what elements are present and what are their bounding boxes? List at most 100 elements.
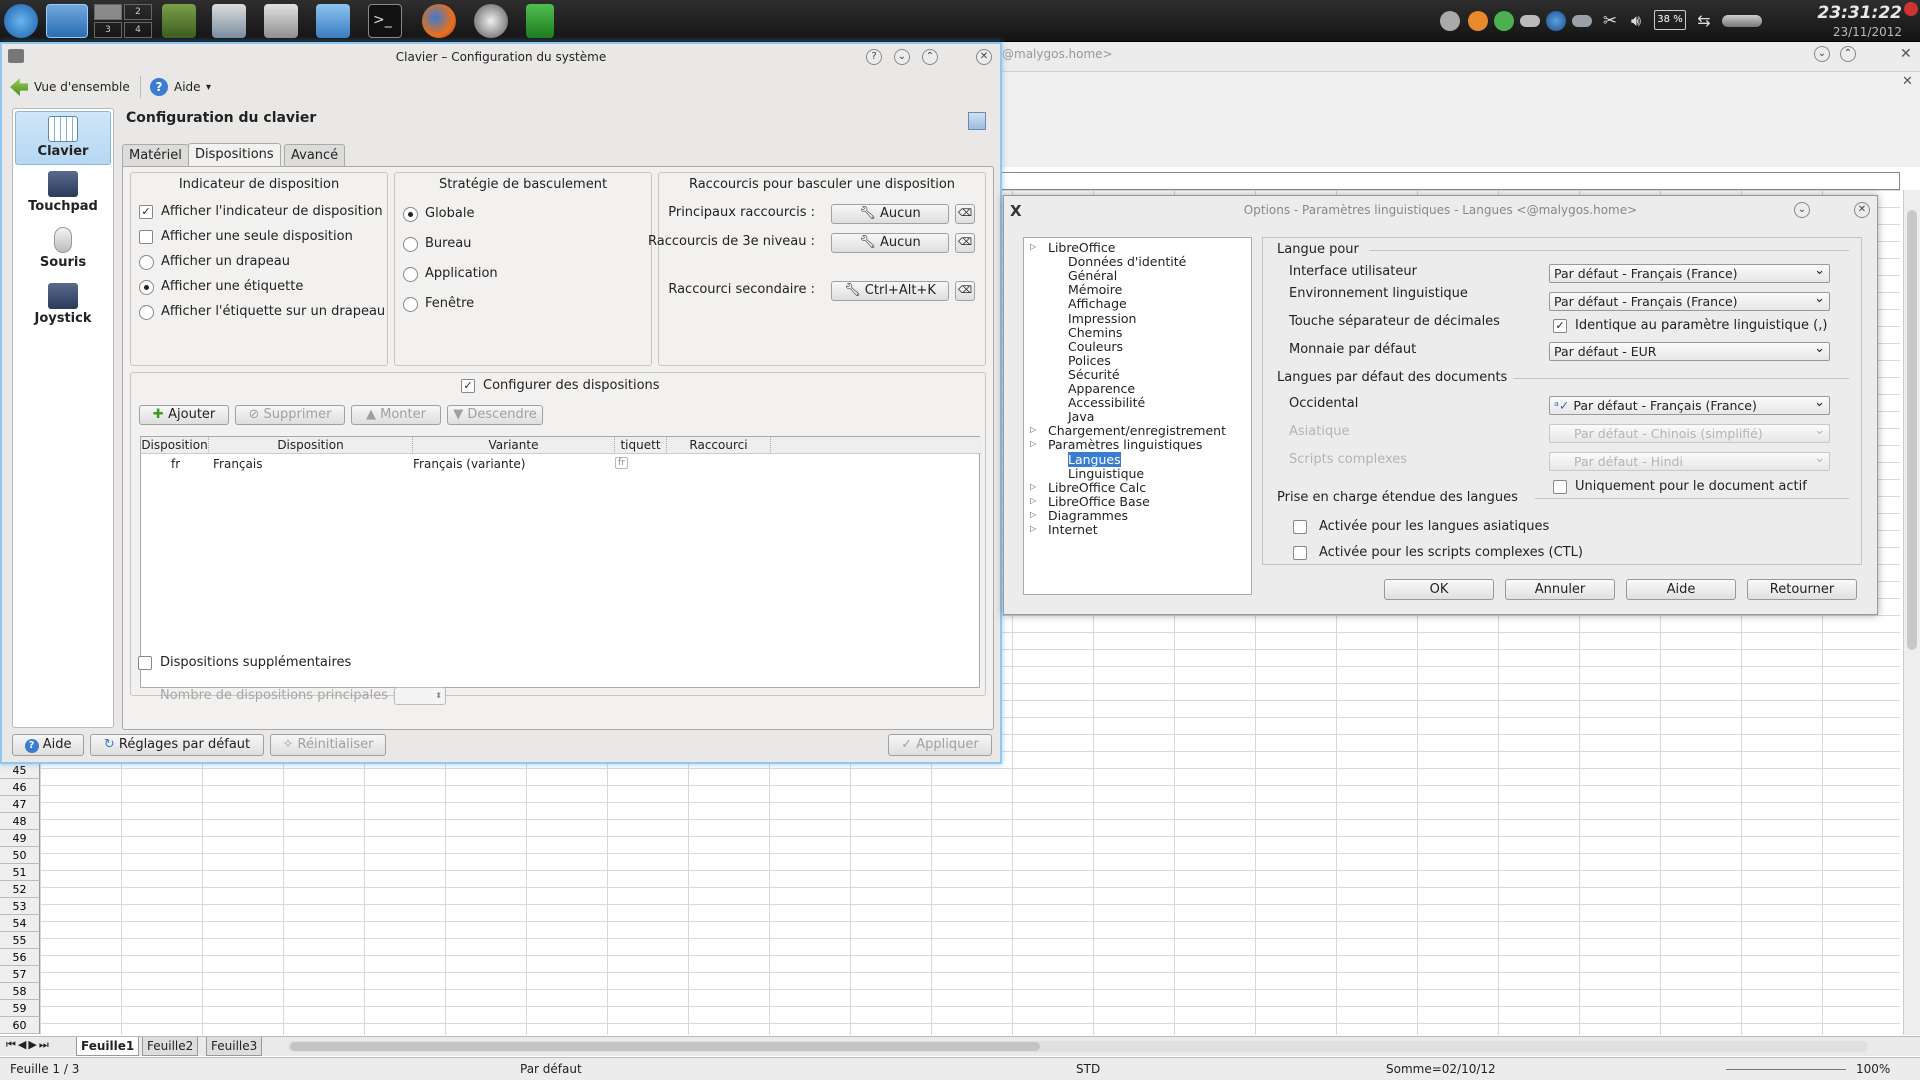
firefox-icon[interactable] bbox=[422, 4, 456, 38]
tree-item[interactable]: Couleurs bbox=[1068, 339, 1123, 354]
ui-language-select[interactable]: Par défaut - Français (France) bbox=[1549, 262, 1830, 283]
calc-doc-close-icon[interactable]: ✕ bbox=[1902, 74, 1913, 89]
status-mode[interactable]: STD bbox=[1076, 1058, 1100, 1080]
row-header[interactable]: 57 bbox=[0, 966, 40, 983]
row-header[interactable]: 60 bbox=[0, 1017, 40, 1034]
info-icon[interactable] bbox=[1440, 11, 1460, 31]
tree-item[interactable]: Données d'identité bbox=[1068, 254, 1186, 269]
remove-layout-button[interactable]: ⊘ Supprimer bbox=[235, 405, 345, 425]
power-icon[interactable] bbox=[1468, 11, 1488, 31]
desktop-4[interactable]: 4 bbox=[124, 22, 152, 38]
desktop-3[interactable]: 3 bbox=[94, 22, 122, 38]
dialog-help-button[interactable]: Aide bbox=[1626, 579, 1736, 600]
move-up-button[interactable]: ▲ Monter bbox=[351, 405, 441, 425]
sidebar-item-touchpad[interactable]: Touchpad bbox=[15, 167, 111, 221]
dialog-close-button[interactable]: ✕ bbox=[1854, 202, 1870, 218]
tree-item[interactable]: Impression bbox=[1068, 311, 1136, 326]
calc-max-button[interactable]: ⌃ bbox=[1840, 46, 1856, 62]
column-header-layout[interactable]: Disposition bbox=[209, 437, 413, 454]
level3-shortcut-button[interactable]: 🔧︎ Aucun bbox=[831, 233, 949, 253]
libreoffice-calc-icon[interactable] bbox=[526, 4, 554, 38]
terminal-icon[interactable]: >_ bbox=[368, 4, 402, 38]
tree-item[interactable]: Internet bbox=[1048, 522, 1098, 537]
zoom-slider[interactable] bbox=[1726, 1069, 1846, 1070]
row-header[interactable]: 54 bbox=[0, 915, 40, 932]
asian-language-select[interactable]: Par défaut - Chinois (simplifié) bbox=[1549, 422, 1830, 443]
update-icon[interactable] bbox=[1494, 11, 1514, 31]
table-row[interactable]: fr Français Français (variante) fr bbox=[141, 455, 979, 475]
tab-dispositions[interactable]: Dispositions bbox=[188, 143, 281, 167]
row-header[interactable]: 58 bbox=[0, 983, 40, 1000]
layouts-table[interactable]: Disposition Disposition Variante tiquett… bbox=[140, 436, 981, 688]
label-on-flag-radio[interactable] bbox=[139, 305, 154, 320]
main-layouts-count-spinbox[interactable]: ⬍ bbox=[394, 687, 446, 705]
battery-indicator[interactable]: 38 % bbox=[1654, 10, 1686, 30]
cloud-icon[interactable] bbox=[1572, 15, 1592, 27]
row-header[interactable]: 52 bbox=[0, 881, 40, 898]
single-layout-checkbox[interactable] bbox=[139, 230, 153, 244]
system-settings-icon[interactable] bbox=[162, 4, 196, 38]
shutdown-icon[interactable] bbox=[1904, 2, 1918, 16]
ctl-language-select[interactable]: Par défaut - Hindi bbox=[1549, 450, 1830, 471]
clear-secondary-shortcut-button[interactable]: ⌫ bbox=[955, 281, 975, 301]
close-button[interactable]: ✕ bbox=[976, 49, 992, 65]
tree-item[interactable]: Java bbox=[1068, 409, 1094, 424]
scissors-icon[interactable]: ✂ bbox=[1600, 11, 1620, 31]
show-label-radio[interactable] bbox=[139, 280, 154, 295]
back-arrow-icon[interactable] bbox=[10, 78, 28, 96]
footer-help-button[interactable]: ? Aide bbox=[12, 734, 84, 756]
revert-button[interactable]: Retourner bbox=[1747, 579, 1857, 600]
expand-arrow-icon[interactable]: ▷ bbox=[1030, 510, 1036, 519]
layout-toggle-icon[interactable] bbox=[968, 112, 986, 130]
sheet-tab-1[interactable]: Feuille1 bbox=[76, 1037, 140, 1056]
volume-icon[interactable]: 🔊︎ bbox=[1626, 11, 1646, 31]
locale-select[interactable]: Par défaut - Français (France) bbox=[1549, 290, 1830, 311]
tree-item[interactable]: Accessibilité bbox=[1068, 395, 1145, 410]
status-style[interactable]: Par défaut bbox=[520, 1058, 582, 1080]
secondary-shortcut-button[interactable]: 🔧︎ Ctrl+Alt+K bbox=[831, 281, 949, 301]
expand-arrow-icon[interactable]: ▷ bbox=[1030, 439, 1036, 448]
status-zoom[interactable]: 100% bbox=[1856, 1058, 1890, 1080]
formula-input[interactable] bbox=[1000, 172, 1900, 190]
ok-button[interactable]: OK bbox=[1384, 579, 1494, 600]
strategy-application-radio[interactable] bbox=[403, 267, 418, 282]
help-icon[interactable]: ? bbox=[150, 78, 168, 96]
expand-arrow-icon[interactable]: ▷ bbox=[1030, 482, 1036, 491]
sidebar-item-joystick[interactable]: Joystick bbox=[15, 279, 111, 333]
row-header[interactable]: 47 bbox=[0, 796, 40, 813]
tree-item[interactable]: Mémoire bbox=[1068, 282, 1122, 297]
sidebar-item-clavier[interactable]: Clavier bbox=[15, 111, 111, 165]
defaults-button[interactable]: ↻ Réglages par défaut bbox=[90, 734, 264, 756]
only-current-doc-checkbox[interactable] bbox=[1553, 480, 1567, 494]
strategy-global-radio[interactable] bbox=[403, 207, 418, 222]
add-layout-button[interactable]: ✚ Ajouter bbox=[139, 405, 229, 425]
clock[interactable]: 23:31:22 bbox=[1782, 3, 1902, 23]
tab-materiel[interactable]: Matériel bbox=[122, 144, 189, 166]
cancel-button[interactable]: Annuler bbox=[1505, 579, 1615, 600]
tree-item[interactable]: Polices bbox=[1068, 353, 1111, 368]
horizontal-scrollbar[interactable] bbox=[288, 1041, 1868, 1052]
maximize-button[interactable]: ⌃ bbox=[922, 49, 938, 65]
tree-item[interactable]: Sécurité bbox=[1068, 367, 1120, 382]
row-header[interactable]: 55 bbox=[0, 932, 40, 949]
help-menu-button[interactable]: Aide bbox=[174, 80, 201, 94]
row-header[interactable]: 49 bbox=[0, 830, 40, 847]
main-shortcut-button[interactable]: 🔧︎ Aucun bbox=[831, 204, 949, 224]
show-flag-radio[interactable] bbox=[139, 255, 154, 270]
weather-icon[interactable] bbox=[1722, 15, 1762, 27]
expand-arrow-icon[interactable]: ▷ bbox=[1030, 425, 1036, 434]
row-header[interactable]: 59 bbox=[0, 1000, 40, 1017]
chevron-down-icon[interactable]: ▾ bbox=[206, 82, 211, 93]
strategy-desktop-radio[interactable] bbox=[403, 237, 418, 252]
tree-item[interactable]: Linguistique bbox=[1068, 466, 1144, 481]
row-header[interactable]: 48 bbox=[0, 813, 40, 830]
tab-avance[interactable]: Avancé bbox=[284, 144, 346, 166]
status-sum[interactable]: Somme=02/10/12 bbox=[1386, 1058, 1496, 1080]
help-title-button[interactable]: ? bbox=[866, 49, 882, 65]
clear-level3-shortcut-button[interactable]: ⌫ bbox=[955, 233, 975, 253]
dialog-minimize-button[interactable]: ⌄ bbox=[1794, 202, 1810, 218]
tree-item[interactable]: Général bbox=[1068, 268, 1117, 283]
apply-button[interactable]: ✓ Appliquer bbox=[888, 734, 992, 756]
tree-item[interactable]: Chemins bbox=[1068, 325, 1122, 340]
reset-button[interactable]: ✧ Réinitialiser bbox=[270, 734, 386, 756]
